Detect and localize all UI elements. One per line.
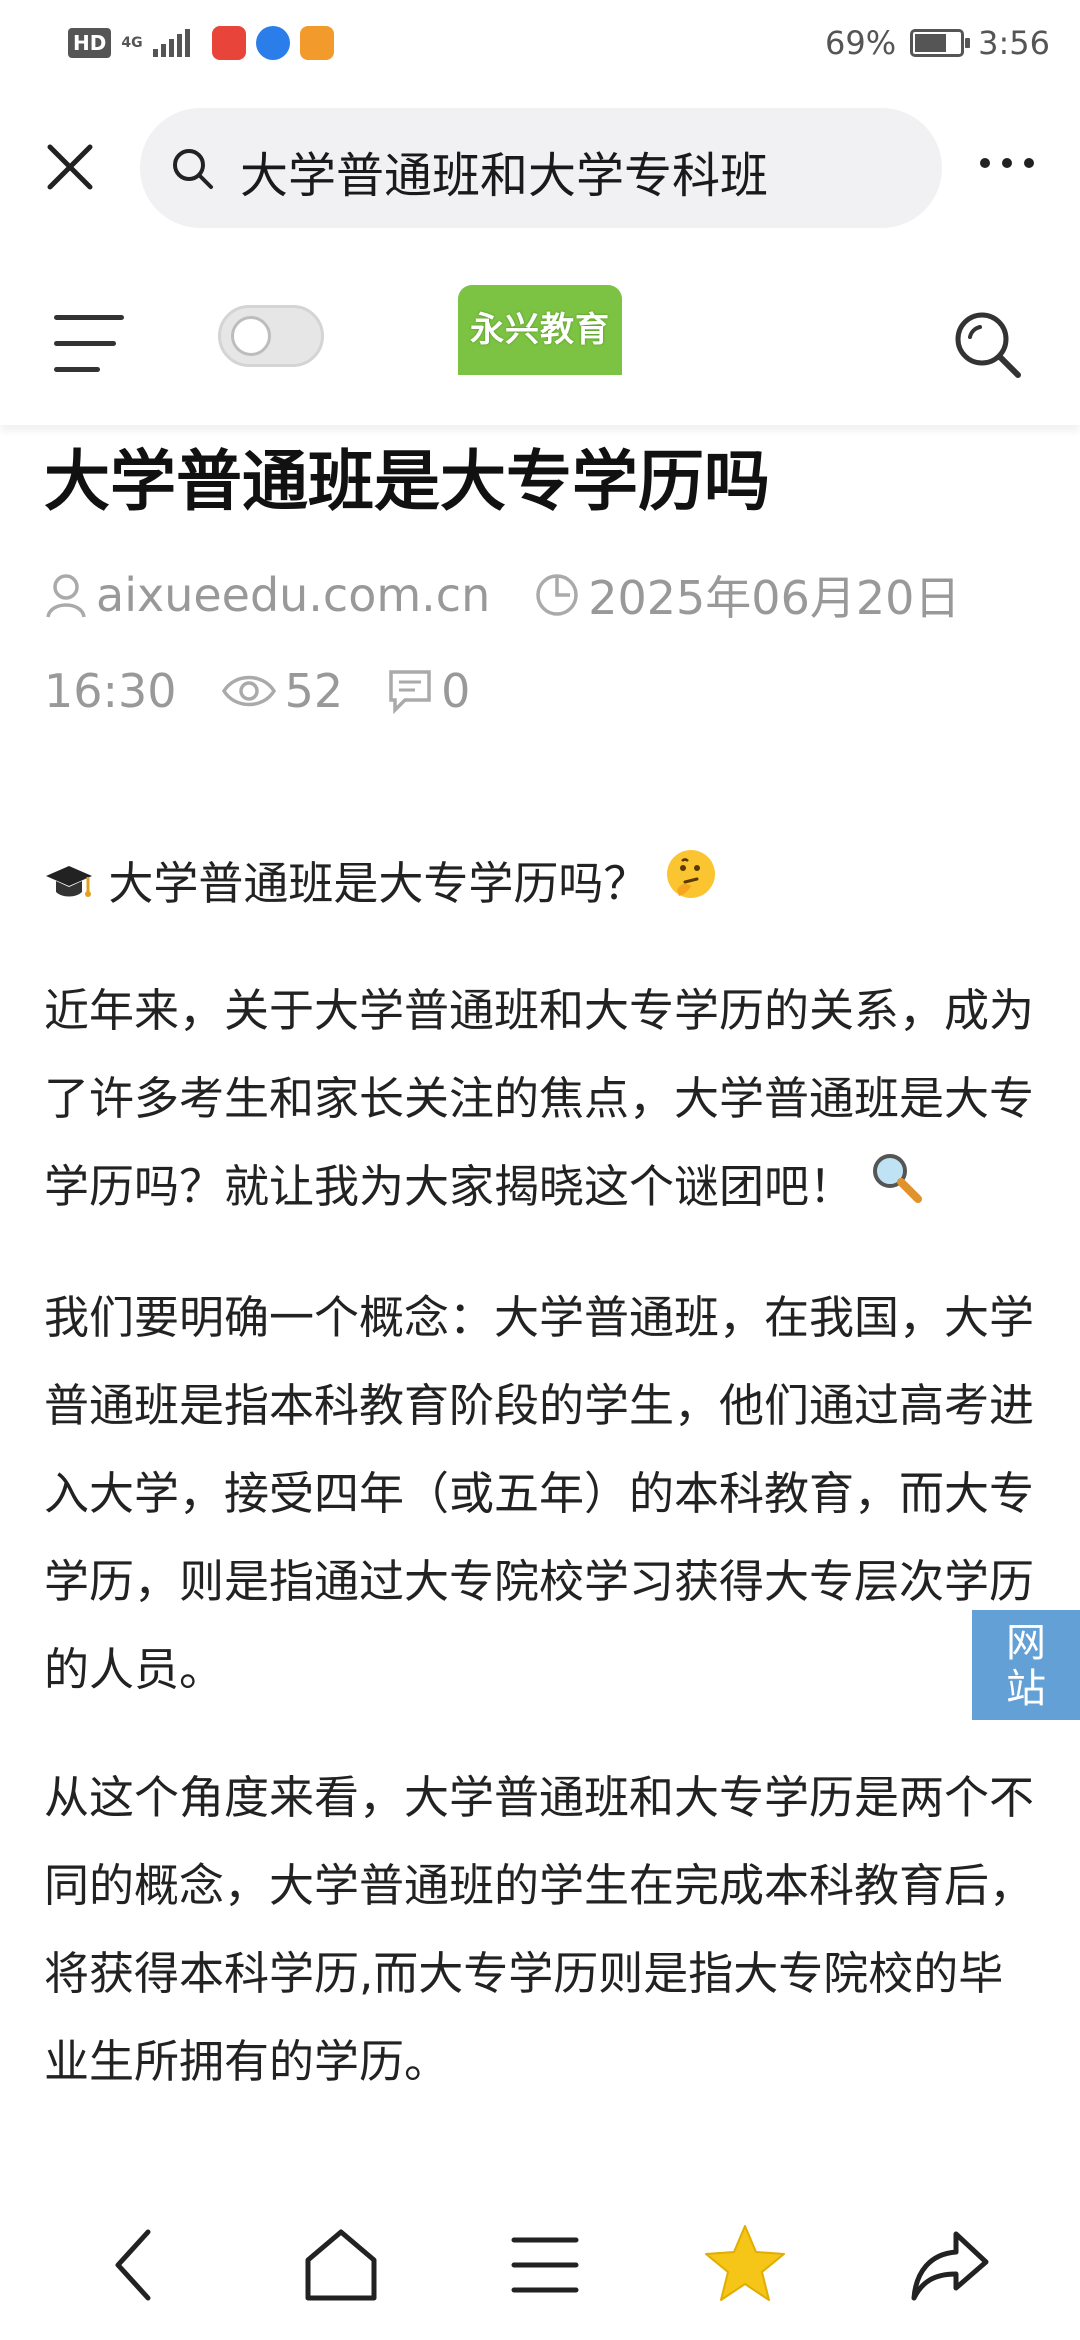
- app-notification-icon: [211, 26, 246, 60]
- paragraph-4: 从这个角度来看，大学普通班和大专学历是两个不同的概念，大学普通班的学生在完成本科…: [44, 1771, 1035, 2088]
- eye-icon: [221, 675, 276, 707]
- back-icon[interactable]: [90, 2220, 180, 2310]
- toggle-knob: [231, 316, 271, 356]
- more-icon[interactable]: [980, 148, 1050, 178]
- author-name[interactable]: aixueedu.com.cn: [96, 568, 490, 622]
- paragraph-3: 我们要明确一个概念：大学普通班，在我国，大学普通班是指本科教育阶段的学生，他们通…: [44, 1291, 1035, 1696]
- close-icon[interactable]: [40, 137, 100, 197]
- browser-search-row: 大学普通班和大学专科班: [0, 100, 1080, 240]
- publish-date: 2025年06月20日: [588, 571, 961, 625]
- share-icon[interactable]: [904, 2220, 994, 2310]
- thinking-face-icon: [663, 843, 719, 931]
- search-query: 大学普通班和大学专科班: [240, 148, 769, 204]
- menu-icon[interactable]: [54, 315, 124, 373]
- magnifying-glass-icon: [868, 1146, 924, 1234]
- bottom-nav: [0, 2190, 1080, 2340]
- site-logo[interactable]: 永兴教育: [458, 285, 622, 375]
- site-search-icon[interactable]: [950, 307, 1026, 387]
- search-input[interactable]: 大学普通班和大学专科班: [140, 108, 942, 228]
- network-type: 4G: [121, 35, 143, 51]
- paragraph-text: 大学普通班是大专学历吗？: [108, 857, 649, 910]
- battery-percent: 69%: [825, 24, 897, 62]
- browser-notification-icon: [255, 26, 290, 60]
- article-title: 大学普通班是大专学历吗: [44, 443, 770, 520]
- time-meta: 16:30: [44, 664, 177, 718]
- comment-count: 0: [441, 664, 471, 718]
- article-body: 大学普通班是大专学历吗？ 近年来，关于大学普通班和大专学历的关系，成为了许多考生…: [44, 840, 1034, 2146]
- clock-time: 3:56: [978, 24, 1050, 62]
- star-icon[interactable]: [700, 2220, 790, 2310]
- publish-time: 16:30: [44, 664, 177, 718]
- paragraph-1: 大学普通班是大专学历吗？: [44, 840, 1034, 931]
- battery-icon: [910, 29, 971, 57]
- graduation-cap-icon: [44, 843, 94, 931]
- paragraph-2: 近年来，关于大学普通班和大专学历的关系，成为了许多考生和家长关注的焦点，大学普通…: [44, 967, 1034, 1234]
- author-meta: aixueedu.com.cn: [44, 568, 490, 622]
- home-icon[interactable]: [296, 2220, 386, 2310]
- video-notification-icon: [299, 26, 334, 60]
- comments-meta[interactable]: 0: [387, 664, 470, 718]
- hd-badge: HD: [68, 28, 112, 58]
- comment-icon: [389, 670, 431, 714]
- clock-icon: [536, 574, 578, 616]
- status-left: HD 4G: [68, 26, 334, 60]
- status-right: 69% 3:56: [825, 24, 1050, 62]
- article-meta: aixueedu.com.cn 2025年06月20日 16:30 52 0: [44, 560, 1044, 726]
- site-header: 永兴教育: [0, 255, 1080, 425]
- tabs-icon[interactable]: [500, 2220, 590, 2310]
- dark-mode-toggle[interactable]: [218, 305, 324, 367]
- status-bar: HD 4G 69% 3:56: [0, 0, 1080, 92]
- date-meta: 2025年06月20日: [534, 562, 960, 628]
- view-count: 52: [284, 664, 344, 718]
- site-float-tab[interactable]: 网站: [972, 1610, 1080, 1720]
- views-meta: 52: [221, 664, 344, 718]
- signal-icon: [152, 29, 190, 57]
- user-icon: [46, 574, 86, 618]
- search-icon: [170, 146, 216, 196]
